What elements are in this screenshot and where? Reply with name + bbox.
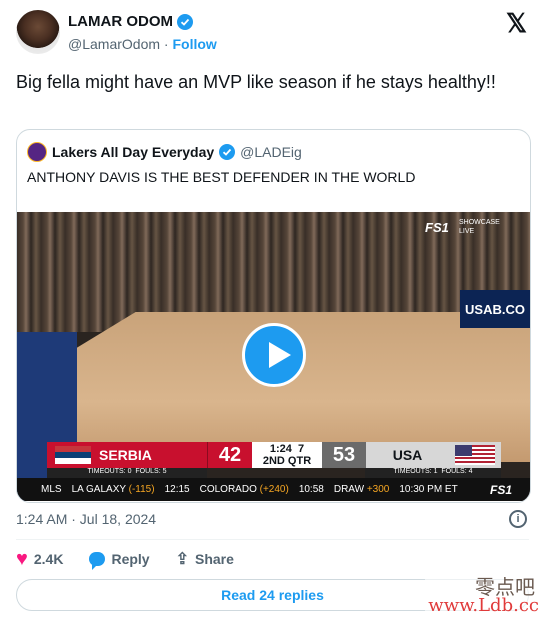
game-clock: 1:24 7 2ND QTR bbox=[252, 442, 322, 468]
play-button[interactable] bbox=[242, 323, 306, 387]
clock-time: 1:24 bbox=[269, 443, 292, 455]
team1-timeouts: TIMEOUTS: 0 bbox=[87, 468, 132, 475]
team2-timeouts: TIMEOUTS: 1 bbox=[393, 468, 438, 475]
quote-text: ANTHONY DAVIS IS THE BEST DEFENDER IN TH… bbox=[27, 169, 416, 185]
reply-bubble-icon bbox=[89, 552, 106, 570]
tweet-header: LAMAR ODOM @LamarOdom · Follow 𝕏 bbox=[16, 10, 529, 56]
tweet-text: Big fella might have an MVP like season … bbox=[16, 72, 496, 92]
quote-author-name: Lakers All Day Everyday bbox=[52, 144, 215, 160]
ticker-time-a: 12:15 bbox=[164, 484, 190, 495]
ticker-team-a: LA GALAXY (-115) bbox=[71, 484, 155, 495]
usab-banner: USAB.CO bbox=[460, 290, 530, 328]
network-logo: FS1 bbox=[425, 220, 449, 235]
team2-score: 53 bbox=[322, 442, 366, 468]
handle-row: @LamarOdom · Follow bbox=[68, 36, 217, 52]
reply-label: Reply bbox=[111, 551, 150, 567]
team1-stats: TIMEOUTS: 0 FOULS: 5 bbox=[47, 468, 207, 478]
team1-fouls: FOULS: 5 bbox=[135, 468, 167, 475]
quoted-tweet[interactable]: Lakers All Day Everyday @LADEig ANTHONY … bbox=[16, 129, 531, 503]
ticker-time-b: 10:58 bbox=[298, 484, 324, 495]
scorebug: SERBIA 42 1:24 7 2ND QTR 53 USA bbox=[47, 442, 501, 468]
period: 2ND QTR bbox=[262, 455, 312, 467]
ticker-kickoff: 10:30 PM ET bbox=[399, 484, 458, 495]
verified-icon bbox=[219, 144, 236, 160]
divider bbox=[16, 539, 529, 540]
ticker-team-b: COLORADO (+240) bbox=[199, 484, 289, 495]
author-name-row: LAMAR ODOM bbox=[68, 13, 193, 30]
stats-spacer bbox=[207, 468, 365, 478]
team2-panel: USA bbox=[366, 442, 501, 468]
showcase-text: SHOWCASE bbox=[459, 219, 500, 226]
reply-button[interactable]: Reply bbox=[89, 551, 150, 570]
info-icon[interactable]: i bbox=[509, 510, 527, 528]
avatar[interactable] bbox=[16, 10, 60, 54]
x-logo-icon[interactable]: 𝕏 bbox=[506, 10, 527, 36]
team2-fouls: FOULS: 4 bbox=[441, 468, 473, 475]
usa-flag-icon bbox=[455, 445, 495, 465]
scorebug-stats: TIMEOUTS: 0 FOULS: 5 TIMEOUTS: 1 FOULS: … bbox=[47, 468, 501, 478]
share-icon: ⇪ bbox=[175, 551, 189, 568]
ticker-draw: DRAW +300 bbox=[333, 484, 390, 495]
team1-panel: SERBIA bbox=[47, 442, 207, 468]
ticker-network: FS1 bbox=[489, 482, 512, 497]
team2-stats: TIMEOUTS: 1 FOULS: 4 bbox=[365, 468, 501, 478]
ticker-league: MLS bbox=[41, 484, 62, 495]
like-count: 2.4K bbox=[33, 551, 64, 567]
author-name[interactable]: LAMAR ODOM bbox=[68, 13, 173, 30]
team1-name: SERBIA bbox=[99, 447, 152, 463]
watermark-line2: www.Ldb.cc bbox=[428, 595, 539, 616]
verified-icon bbox=[177, 13, 193, 30]
video-player[interactable]: USAB.CO FS1 SHOWCASE LIVE SERBIA 42 1:24… bbox=[17, 212, 530, 501]
heart-icon: ♥ bbox=[16, 548, 28, 570]
share-label: Share bbox=[194, 551, 234, 567]
author-handle[interactable]: @LamarOdom bbox=[68, 36, 160, 52]
quote-avatar bbox=[27, 142, 47, 162]
showcase-label: SHOWCASE LIVE bbox=[459, 218, 500, 236]
quote-author-handle: @LADEig bbox=[240, 144, 302, 160]
watermark: 零点吧 www.Ldb.cc bbox=[425, 571, 543, 617]
live-text: LIVE bbox=[459, 228, 475, 235]
follow-button[interactable]: Follow bbox=[172, 36, 216, 52]
score-ticker: MLS LA GALAXY (-115) 12:15 COLORADO (+24… bbox=[17, 478, 530, 501]
team2-name: USA bbox=[392, 447, 423, 463]
like-button[interactable]: ♥ 2.4K bbox=[16, 549, 63, 569]
separator: · bbox=[163, 36, 169, 52]
quote-header: Lakers All Day Everyday @LADEig bbox=[27, 142, 302, 162]
serbia-flag-icon bbox=[55, 446, 91, 464]
action-bar: ♥ 2.4K Reply ⇪ Share bbox=[16, 549, 260, 570]
share-button[interactable]: ⇪ Share bbox=[176, 549, 234, 569]
team1-score: 42 bbox=[207, 442, 252, 468]
tweet-timestamp[interactable]: 1:24 AM · Jul 18, 2024 bbox=[16, 511, 156, 527]
shot-clock: 7 bbox=[298, 443, 305, 455]
